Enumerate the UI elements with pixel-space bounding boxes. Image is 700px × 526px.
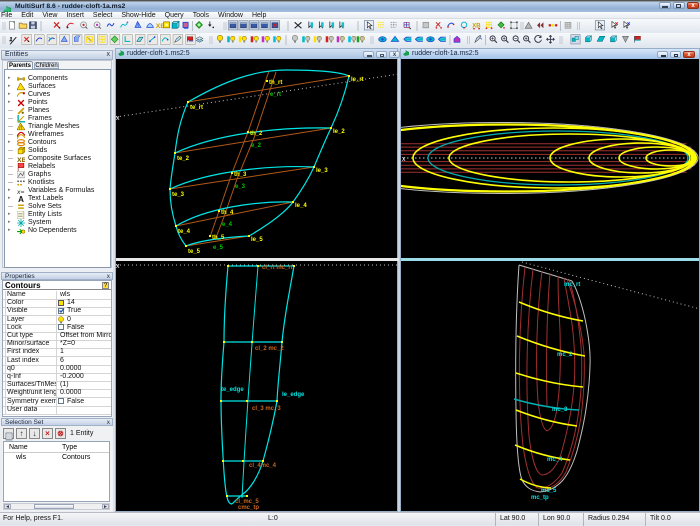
svg-text:th_5: th_5 [212,235,225,241]
svg-text:th_4: th_4 [221,210,234,216]
svg-text:x: x [116,263,120,270]
svg-text:e_4: e_4 [222,222,233,228]
svg-text:te_4: te_4 [178,229,191,235]
svg-text:mc_4: mc_4 [547,457,563,463]
svg-text:te_edge: te_edge [221,387,244,393]
svg-text:le_rt: le_rt [351,77,364,83]
svg-text:le_2: le_2 [333,129,345,135]
svg-text:mc_5: mc_5 [541,488,557,494]
svg-text:e_2: e_2 [251,143,262,149]
svg-text:th_2: th_2 [250,131,263,137]
svg-text:le_edge: le_edge [282,392,305,398]
svg-text:e_rt: e_rt [270,92,281,98]
svg-text:mc_3: mc_3 [552,407,568,413]
svg-text:te_rt: te_rt [190,105,203,111]
svg-text:te_2: te_2 [177,156,190,162]
svg-text:th_rt: th_rt [269,80,282,86]
svg-text:le_4: le_4 [295,203,307,209]
svg-text:le_5: le_5 [251,237,263,243]
svg-text:te_5: te_5 [188,249,201,255]
svg-text:⅟: ⅟ [8,36,17,46]
svg-text:e_3: e_3 [235,184,246,190]
svg-text:cl_4mc_4: cl_4mc_4 [249,463,277,469]
svg-text:x: x [116,115,120,122]
svg-text:cl_rt mc_rt: cl_rt mc_rt [262,265,293,271]
svg-text:le_3: le_3 [316,168,328,174]
svg-text:th_3: th_3 [234,172,247,178]
svg-text:te_3: te_3 [172,192,185,198]
svg-text:x: x [402,156,406,163]
svg-text:mc_2: mc_2 [557,352,573,358]
svg-text:mc_rt: mc_rt [564,282,580,288]
svg-text:cl_3 mc_3: cl_3 mc_3 [252,406,281,412]
svg-text:e_5: e_5 [213,245,224,251]
svg-text:cmc_tp: cmc_tp [238,505,259,510]
svg-text:A: A [18,195,24,203]
svg-text:mc_tp: mc_tp [531,495,549,501]
svg-text:cl_2 mc_2: cl_2 mc_2 [255,346,284,352]
